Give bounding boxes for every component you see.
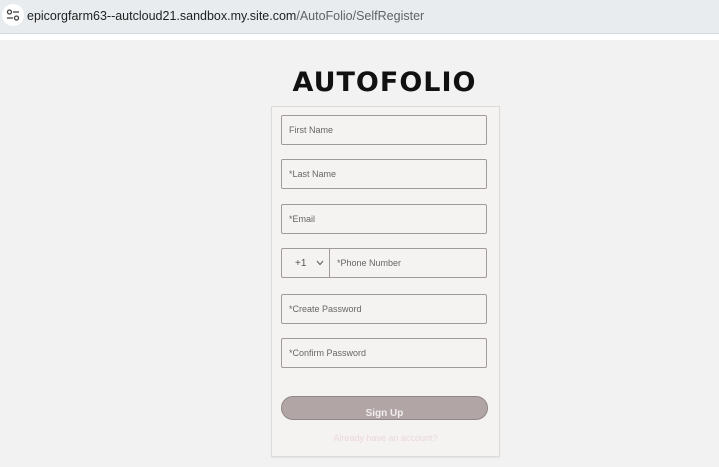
sign-up-label: Sign Up [365, 408, 404, 419]
phone-number-input[interactable]: *Phone Number [337, 258, 401, 268]
first-name-field[interactable]: First Name [281, 115, 487, 145]
confirm-password-field[interactable]: *Confirm Password [281, 338, 487, 368]
email-placeholder: *Email [289, 214, 316, 224]
phone-field: +1 *Phone Number [281, 248, 487, 278]
already-have-account-link[interactable]: Already have an account? [272, 433, 499, 443]
url-field[interactable]: epicorgfarm63--autcloud21.sandbox.my.sit… [27, 9, 424, 23]
email-field[interactable]: *Email [281, 204, 487, 234]
register-card: First Name *Last Name *Email +1 *Phone N… [271, 106, 500, 457]
url-host: epicorgfarm63--autcloud21.sandbox.my.sit… [27, 9, 297, 23]
url-path: /AutoFolio/SelfRegister [296, 9, 425, 23]
browser-strip [0, 34, 719, 40]
chevron-down-icon [316, 260, 324, 266]
last-name-placeholder: *Last Name [289, 169, 337, 179]
first-name-placeholder: First Name [289, 125, 334, 135]
sign-up-button[interactable]: Sign Up [281, 396, 488, 420]
country-code-select[interactable]: +1 [282, 249, 330, 277]
site-info-button[interactable] [2, 4, 24, 26]
confirm-password-placeholder: *Confirm Password [289, 348, 367, 358]
country-code-value: +1 [295, 258, 307, 269]
browser-address-bar: epicorgfarm63--autcloud21.sandbox.my.sit… [0, 0, 719, 34]
page-logo: AUTOFOLIO [292, 67, 477, 98]
create-password-field[interactable]: *Create Password [281, 294, 487, 324]
tune-icon [6, 9, 20, 21]
last-name-field[interactable]: *Last Name [281, 159, 487, 189]
create-password-placeholder: *Create Password [289, 304, 362, 314]
